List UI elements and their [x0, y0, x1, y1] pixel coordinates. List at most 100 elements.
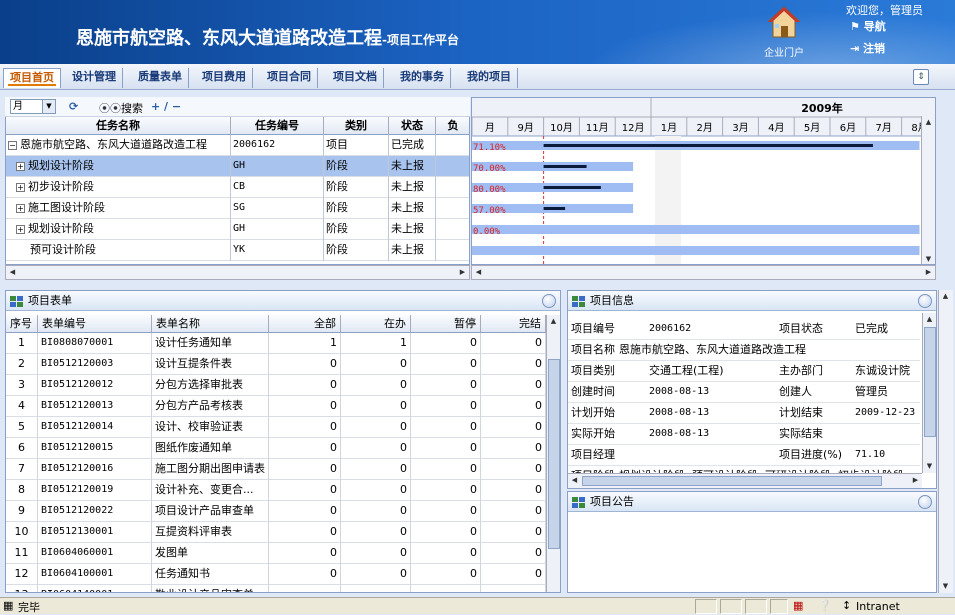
collapse-icon[interactable]: [918, 495, 932, 509]
scroll-up-icon[interactable]: ▲: [547, 315, 560, 328]
info-horizontal-scrollbar[interactable]: ◀ ▶: [568, 473, 922, 488]
form-row[interactable]: 8 BI0512120019 设计补充、变更合... 0 0 0 0: [6, 480, 546, 501]
expand-toggle-icon[interactable]: −: [8, 140, 17, 150]
period-select[interactable]: 月 ▼: [10, 99, 56, 114]
form-cell: 0: [411, 333, 481, 354]
scroll-thumb[interactable]: [924, 327, 936, 437]
task-row[interactable]: + 施工图设计阶段 SG 阶段 未上报: [6, 198, 469, 219]
search-button[interactable]: ⦿⦿搜索: [99, 100, 143, 116]
nav-tab[interactable]: 我的项目: [461, 68, 518, 88]
form-row[interactable]: 10 BI0512130001 互提资料评审表 0 0 0 0: [6, 522, 546, 543]
form-cell: 0: [269, 354, 341, 375]
task-grid-header[interactable]: 负: [436, 117, 469, 135]
security-zone-text: Intranet: [856, 600, 900, 613]
forms-column-header[interactable]: 在办: [341, 315, 411, 333]
task-status-cell: 未上报: [389, 240, 436, 261]
task-row[interactable]: + 规划设计阶段 GH 阶段 未上报: [6, 156, 469, 177]
forms-column-header[interactable]: 完结: [481, 315, 546, 333]
task-grid-header[interactable]: 状态: [389, 117, 436, 135]
form-row[interactable]: 7 BI0512120016 施工图分期出图申请表 0 0 0 0: [6, 459, 546, 480]
expand-toggle-icon[interactable]: +: [16, 182, 25, 192]
enterprise-portal-button[interactable]: 企业门户: [758, 4, 810, 59]
collapse-header-button[interactable]: ⇕: [913, 69, 929, 85]
month-label: 7月: [876, 122, 892, 134]
page-vertical-scrollbar[interactable]: ▲ ▼: [938, 290, 953, 593]
scroll-down-icon[interactable]: ▼: [922, 253, 935, 264]
form-row[interactable]: 5 BI0512120014 设计、校审验证表 0 0 0 0: [6, 417, 546, 438]
app-header: 恩施市航空路、东风大道道路改造工程-项目工作平台 企业门户 欢迎您，管理员 ⚑ …: [0, 0, 955, 64]
nav-tab[interactable]: 项目合同: [261, 68, 318, 88]
scroll-right-icon[interactable]: ▶: [909, 474, 922, 487]
scroll-down-icon[interactable]: ▼: [923, 460, 936, 473]
info-row: 项目经理 项目进度(%) 71.10: [568, 445, 920, 466]
task-grid-header[interactable]: 类别: [324, 117, 389, 135]
form-row[interactable]: 9 BI0512120022 项目设计产品审查单 0 0 0 0: [6, 501, 546, 522]
forms-column-header[interactable]: 序号: [6, 315, 38, 333]
form-row[interactable]: 3 BI0512120012 分包方选择审批表 0 0 0 0: [6, 375, 546, 396]
scroll-left-icon[interactable]: ◀: [568, 474, 581, 487]
scroll-down-icon[interactable]: ▼: [939, 580, 952, 593]
info-value: 2008-08-13: [649, 386, 710, 397]
refresh-icon[interactable]: ⟳: [69, 100, 78, 113]
scroll-thumb[interactable]: [548, 359, 560, 549]
gantt-vertical-scrollbar[interactable]: ▲ ▼: [921, 116, 935, 264]
form-row[interactable]: 11 BI0604060001 发图单 0 0 0 0: [6, 543, 546, 564]
scroll-right-icon[interactable]: ▶: [456, 266, 469, 279]
scroll-up-icon[interactable]: ▲: [939, 290, 952, 303]
nav-tab[interactable]: 项目费用: [196, 68, 253, 88]
form-cell: BI0604100001: [38, 564, 152, 585]
collapse-icon[interactable]: [542, 294, 556, 308]
form-cell: 1: [341, 333, 411, 354]
task-name: 初步设计阶段: [28, 180, 94, 193]
nav-tab[interactable]: 项目首页: [3, 68, 61, 88]
forms-column-header[interactable]: 表单编号: [38, 315, 152, 333]
nav-tab[interactable]: 我的事务: [394, 68, 451, 88]
progress-bar: [543, 186, 601, 189]
task-bar[interactable]: [472, 246, 920, 255]
scroll-thumb[interactable]: [582, 476, 882, 486]
task-row[interactable]: − 恩施市航空路、东风大道道路改造工程 2006162 项目 已完成: [6, 135, 469, 156]
expand-toggle-icon[interactable]: +: [16, 224, 25, 234]
expand-toggle-icon[interactable]: +: [16, 161, 25, 171]
forms-column-header[interactable]: 全部: [269, 315, 341, 333]
task-row[interactable]: + 初步设计阶段 CB 阶段 未上报: [6, 177, 469, 198]
task-bar[interactable]: [472, 225, 920, 234]
task-row[interactable]: 预可设计阶段 YK 阶段 未上报: [6, 240, 469, 261]
form-row[interactable]: 2 BI0512120003 设计互提条件表 0 0 0 0: [6, 354, 546, 375]
forms-vertical-scrollbar[interactable]: ▲: [546, 315, 560, 592]
nav-tab[interactable]: 项目文档: [327, 68, 384, 88]
nav-link[interactable]: ⚑ 导航: [850, 18, 886, 34]
form-row[interactable]: 6 BI0512120015 图纸作废通知单 0 0 0 0: [6, 438, 546, 459]
form-cell: 0: [341, 354, 411, 375]
collapse-icon[interactable]: [918, 294, 932, 308]
gantt-scrollbar[interactable]: ◀ ▶: [471, 265, 936, 280]
form-row[interactable]: 12 BI0604100001 任务通知书 0 0 0 0: [6, 564, 546, 585]
scroll-right-icon[interactable]: ▶: [922, 266, 935, 279]
task-row[interactable]: + 规划设计阶段 GH 阶段 未上报: [6, 219, 469, 240]
scroll-up-icon[interactable]: ▲: [923, 313, 936, 326]
forms-column-header[interactable]: 表单名称: [152, 315, 269, 333]
form-row[interactable]: 4 BI0512120013 分包方产品考核表 0 0 0 0: [6, 396, 546, 417]
scroll-left-icon[interactable]: ◀: [6, 266, 19, 279]
nonworking-shade: [655, 136, 681, 264]
scroll-left-icon[interactable]: ◀: [472, 266, 485, 279]
form-cell: 0: [481, 522, 546, 543]
info-vertical-scrollbar[interactable]: ▲ ▼: [922, 313, 936, 473]
nav-tab[interactable]: 设计管理: [66, 68, 123, 88]
task-grid-scrollbar[interactable]: ◀ ▶: [5, 265, 470, 280]
task-grid-header[interactable]: 任务名称: [6, 117, 231, 135]
task-code-cell: GH: [231, 219, 324, 240]
form-row[interactable]: 13BI0604140001勘业设计产品审查单: [6, 585, 546, 592]
forms-column-header[interactable]: 暂停: [411, 315, 481, 333]
form-cell: [481, 585, 546, 592]
scroll-up-icon[interactable]: ▲: [922, 116, 935, 129]
expand-collapse-button[interactable]: + / −: [151, 100, 181, 113]
logout-link[interactable]: ⇥ 注销: [850, 40, 885, 56]
help-icon[interactable]: ❔: [818, 599, 832, 612]
blocked-content-icon[interactable]: ▦: [793, 599, 803, 612]
expand-toggle-icon[interactable]: +: [16, 203, 25, 213]
nav-tab[interactable]: 质量表单: [132, 68, 189, 88]
form-row[interactable]: 1 BI0808070001 设计任务通知单 1 1 0 0: [6, 333, 546, 354]
task-grid-header[interactable]: 任务编号: [231, 117, 324, 135]
task-name: 规划设计阶段: [28, 159, 94, 172]
